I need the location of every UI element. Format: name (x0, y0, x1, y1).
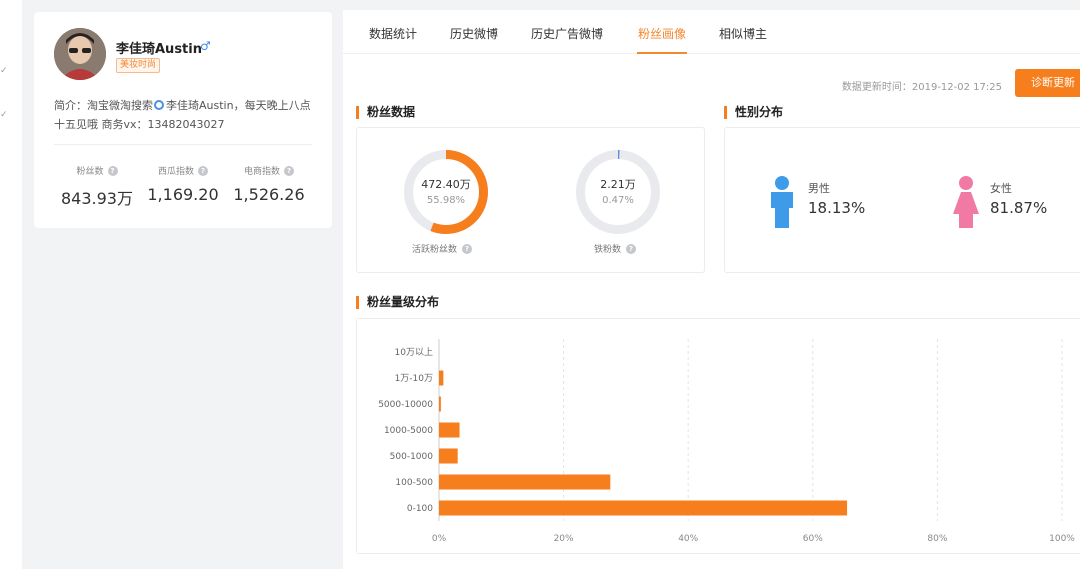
iron-fans-percent: 0.47% (602, 195, 634, 206)
stat-label: 粉丝数 (76, 167, 104, 177)
gender-box: 男性 18.13% 女性 81.87% (724, 127, 1080, 273)
main-panel: 数据统计 历史微博 历史广告微博 粉丝画像 相似博主 数据更新时间：2019-1… (343, 10, 1080, 569)
divider (54, 144, 312, 145)
stat-label: 电商指数 (243, 167, 280, 177)
section-title-fans: 粉丝数据 (356, 106, 415, 119)
search-icon (154, 100, 164, 110)
male-label: 男性 (808, 182, 830, 195)
tab-similar-bloggers[interactable]: 相似博主 (719, 25, 767, 42)
active-fans-label: 活跃粉丝数 (412, 245, 458, 255)
bar[interactable] (439, 500, 848, 516)
update-time: 数据更新时间：2019-12-02 17:25 (841, 82, 1002, 93)
iron-fans-count: 2.21万 (600, 178, 636, 191)
iron-fans-center: 2.21万 0.47% (573, 176, 663, 206)
y-category-label: 10万以上 (395, 347, 433, 358)
profile-name: 李佳琦Austin (116, 42, 202, 57)
tab-fan-profile[interactable]: 粉丝画像 (638, 25, 686, 42)
active-fans-percent: 55.98% (426, 195, 466, 206)
y-category-label: 500-1000 (390, 452, 434, 462)
x-tick-label: 60% (803, 534, 823, 544)
tab-bar: 数据统计 历史微博 历史广告微博 粉丝画像 相似博主 (343, 10, 1080, 54)
diagnose-update-button[interactable]: 诊断更新 (1015, 69, 1080, 97)
stat-value: 843.93万 (61, 189, 133, 208)
fans-data-box: 472.40万 55.98% 活跃粉丝数? 2.21万 0.47% 铁粉数? (356, 127, 705, 273)
y-category-label: 100-500 (395, 478, 433, 488)
stat-value: 1,526.26 (233, 185, 305, 204)
bio-text: 简介：淘宝微淘搜索 (54, 99, 153, 112)
male-person-icon (771, 176, 793, 228)
iron-fans-label: 铁粉数 (594, 245, 622, 255)
check-icon: ✓ (0, 66, 8, 76)
female-label: 女性 (990, 182, 1012, 195)
help-icon[interactable]: ? (626, 243, 637, 254)
bar[interactable] (439, 396, 441, 412)
y-category-label: 1万-10万 (395, 374, 433, 384)
active-fans-count: 472.40万 (421, 178, 471, 191)
stat-value: 1,169.20 (147, 185, 219, 204)
bar[interactable] (439, 370, 444, 386)
profile-bio: 简介：淘宝微淘搜索 李佳琦Austin，每天晚上八点 十五见哦 商务vx：1348… (54, 96, 324, 134)
stat-label: 西瓜指数 (157, 167, 194, 177)
help-icon[interactable]: ? (462, 243, 473, 254)
tab-history-weibo[interactable]: 历史微博 (450, 25, 498, 42)
stat-fans: 粉丝数? 843.93万 (54, 164, 140, 209)
x-tick-label: 0% (432, 534, 447, 544)
bio-text: 李佳琦Austin，每天晚上八点 (166, 99, 311, 112)
y-category-label: 0-100 (407, 504, 433, 514)
section-title-fan-level: 粉丝量级分布 (356, 296, 439, 309)
help-icon[interactable]: ? (198, 165, 208, 176)
active-fans-center: 472.40万 55.98% (401, 176, 491, 206)
female-percent: 81.87% (990, 199, 1048, 217)
bar[interactable] (439, 448, 458, 464)
y-category-label: 1000-5000 (384, 426, 433, 436)
left-sidebar-strip: ✓ ✓ (0, 0, 22, 569)
fan-level-box: 0% 20% 40% 60% 80% 100% 10万以上 1万-10万 5000-10000 1… (356, 318, 1080, 554)
bar[interactable] (439, 474, 611, 490)
x-tick-label: 100% (1049, 534, 1075, 544)
active-tab-indicator (637, 52, 687, 54)
section-title-gender: 性别分布 (724, 106, 783, 119)
male-percent: 18.13% (808, 199, 866, 217)
category-tag: 美妆时尚 (116, 58, 161, 73)
bar[interactable] (439, 422, 460, 438)
help-icon[interactable]: ? (284, 165, 294, 176)
tab-data-stats[interactable]: 数据统计 (369, 25, 417, 42)
y-category-label: 5000-10000 (378, 400, 433, 410)
bio-text: 十五见哦 商务vx：13482043027 (54, 118, 225, 131)
profile-card: 李佳琦Austin ♂ 美妆时尚 简介：淘宝微淘搜索 李佳琦Austin，每天晚上… (34, 12, 332, 228)
stat-xigua-index: 西瓜指数? 1,169.20 (140, 164, 226, 204)
help-icon[interactable]: ? (107, 165, 118, 176)
x-tick-label: 20% (554, 534, 574, 544)
x-tick-label: 80% (927, 534, 947, 544)
female-person-icon (953, 176, 979, 228)
male-icon: ♂ (200, 39, 211, 53)
iron-fans-label-row: 铁粉数? (594, 242, 637, 255)
check-icon: ✓ (0, 110, 8, 120)
active-fans-label-row: 活跃粉丝数? (412, 242, 473, 255)
stat-ecommerce-index: 电商指数? 1,526.26 (226, 164, 312, 204)
fan-level-bar-chart: 0% 20% 40% 60% 80% 100% 10万以上 1万-10万 5000-10000 1… (378, 339, 1075, 544)
avatar[interactable] (54, 28, 106, 80)
tab-history-ad-weibo[interactable]: 历史广告微博 (531, 25, 603, 42)
x-tick-label: 40% (678, 534, 698, 544)
